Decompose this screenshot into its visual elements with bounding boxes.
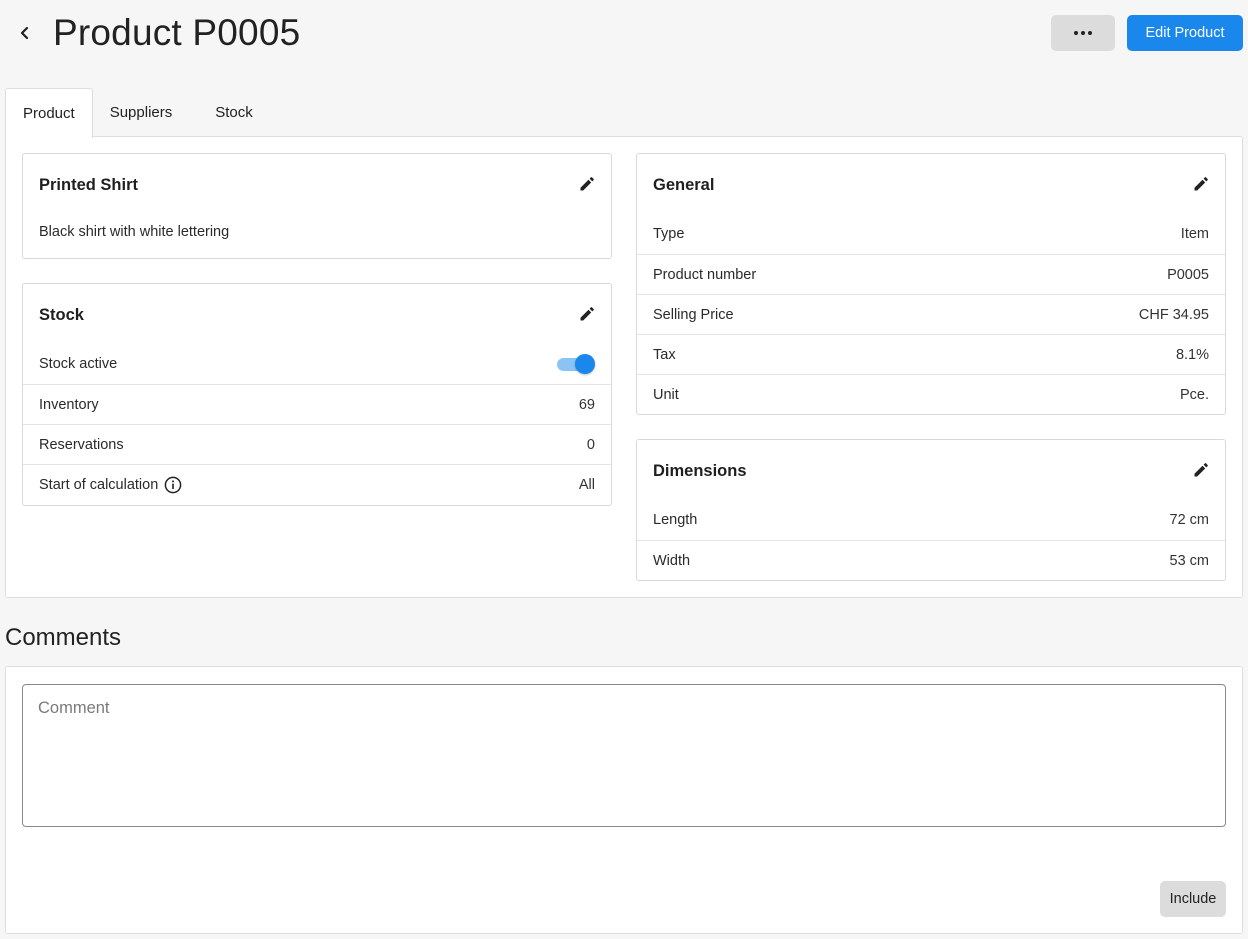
dimensions-card: Dimensions Length 72 cm Width 53 cm (636, 439, 1226, 581)
tab-bar: Product Suppliers Stock (5, 88, 253, 138)
row-value: Pce. (1179, 386, 1209, 403)
tax-row: Tax 8.1% (637, 334, 1225, 374)
width-row: Width 53 cm (637, 540, 1225, 580)
row-value: 0 (586, 436, 595, 453)
back-button[interactable] (12, 20, 38, 46)
row-label: Tax (653, 346, 676, 363)
row-label: Product number (653, 266, 757, 283)
row-label: Stock active (39, 356, 118, 372)
ellipsis-icon (1074, 31, 1078, 35)
chevron-left-icon (20, 26, 29, 40)
tab-stock[interactable]: Stock (194, 88, 253, 137)
row-value: P0005 (1167, 266, 1209, 283)
page-header: Product P0005 Edit Product (0, 0, 1248, 70)
include-comment-button[interactable]: Include (1160, 881, 1226, 917)
product-panel: Printed Shirt Black shirt with white let… (5, 136, 1243, 598)
row-label-wrap: Start of calculation (39, 476, 182, 494)
row-value: All (578, 476, 595, 493)
tab-suppliers[interactable]: Suppliers (93, 88, 195, 137)
row-value: Item (1180, 226, 1209, 242)
ellipsis-icon (1088, 31, 1092, 35)
product-description: Black shirt with white lettering (39, 224, 230, 240)
pencil-icon[interactable] (1191, 460, 1211, 480)
comment-input[interactable] (22, 684, 1226, 827)
pencil-icon[interactable] (577, 174, 597, 194)
row-label: Start of calculation (39, 476, 159, 493)
row-label: Selling Price (653, 306, 734, 323)
reservations-row: Reservations 0 (23, 424, 611, 464)
general-card: General Type Item Product number P0005 S… (636, 153, 1226, 415)
comments-heading: Comments (5, 624, 122, 651)
edit-product-button[interactable]: Edit Product (1127, 15, 1243, 51)
comments-panel: Include (5, 666, 1243, 934)
length-row: Length 72 cm (637, 500, 1225, 540)
page-title: Product P0005 (53, 12, 301, 53)
tab-product[interactable]: Product (5, 88, 93, 138)
more-actions-button[interactable] (1051, 15, 1115, 51)
row-label: Unit (653, 386, 679, 403)
card-title: Dimensions (653, 462, 747, 480)
pencil-icon[interactable] (577, 304, 597, 324)
stock-active-row: Stock active (23, 344, 611, 384)
pencil-icon[interactable] (1191, 174, 1211, 194)
type-row: Type Item (637, 214, 1225, 254)
row-label: Width (653, 552, 691, 569)
info-icon[interactable] (164, 476, 182, 494)
ellipsis-icon (1081, 31, 1085, 35)
row-label: Reservations (39, 436, 124, 453)
product-number-row: Product number P0005 (637, 254, 1225, 294)
toggle-thumb (575, 354, 595, 374)
row-value: CHF 34.95 (1138, 306, 1209, 323)
row-value: 69 (578, 396, 595, 413)
selling-price-row: Selling Price CHF 34.95 (637, 294, 1225, 334)
inventory-row: Inventory 69 (23, 384, 611, 424)
card-title: General (653, 176, 715, 194)
row-label: Length (653, 512, 698, 528)
row-value: 53 cm (1169, 552, 1210, 569)
row-value: 8.1% (1175, 346, 1209, 363)
row-label: Type (653, 226, 685, 242)
unit-row: Unit Pce. (637, 374, 1225, 414)
description-card: Printed Shirt Black shirt with white let… (22, 153, 612, 259)
row-value: 72 cm (1169, 512, 1210, 528)
row-label: Inventory (39, 396, 99, 413)
card-title: Stock (39, 306, 84, 324)
start-of-calculation-row: Start of calculation All (23, 464, 611, 504)
card-title: Printed Shirt (39, 176, 139, 194)
stock-card: Stock Stock active Inventory 69 Reservat… (22, 283, 612, 506)
stock-active-toggle[interactable] (557, 354, 595, 374)
